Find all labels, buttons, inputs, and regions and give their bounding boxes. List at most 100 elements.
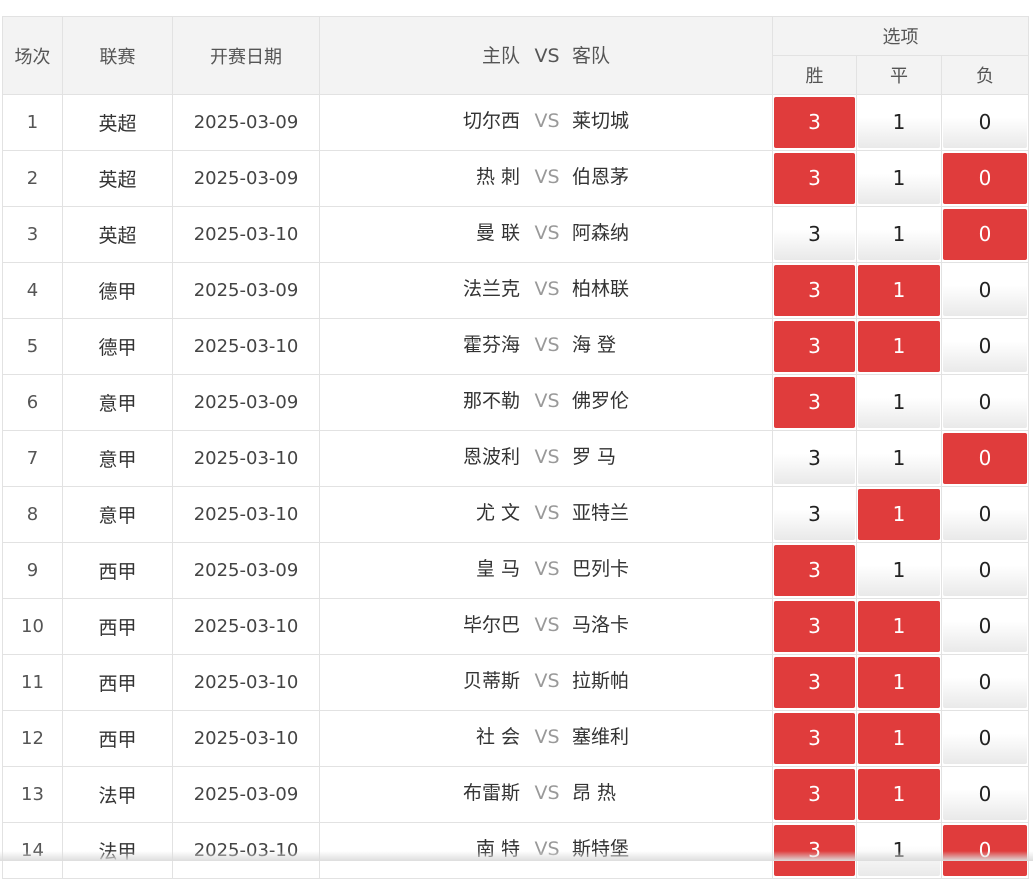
header-teams: 主队 VS 客队: [319, 16, 773, 95]
option-win-button[interactable]: 3: [774, 769, 855, 820]
league: 德甲: [62, 262, 173, 319]
match-teams: 切尔西 VS 莱切城: [319, 94, 773, 151]
option-draw-button[interactable]: 1: [858, 209, 940, 260]
home-team: 社 会: [475, 726, 520, 748]
option-lose-button[interactable]: 0: [943, 97, 1028, 148]
option-lose-cell: 0: [940, 654, 1030, 711]
vs-label: VS: [534, 278, 560, 300]
option-draw-button[interactable]: 1: [858, 713, 940, 764]
option-win-button[interactable]: 3: [774, 209, 855, 260]
header-home: 主队: [481, 45, 520, 67]
option-win-button[interactable]: 3: [774, 489, 855, 540]
option-lose-cell: 0: [940, 206, 1030, 263]
option-lose-button[interactable]: 0: [943, 377, 1028, 428]
option-draw-cell: 1: [856, 206, 942, 263]
away-team: 巴列卡: [572, 558, 630, 580]
home-team: 南 特: [475, 838, 520, 860]
option-win-button[interactable]: 3: [774, 377, 855, 428]
match-date: 2025-03-10: [172, 598, 320, 655]
option-win-button[interactable]: 3: [774, 321, 855, 372]
option-lose-button[interactable]: 0: [943, 433, 1028, 484]
away-team: 海 登: [572, 334, 617, 356]
match-number: 8: [2, 486, 63, 543]
option-win-button[interactable]: 3: [774, 97, 855, 148]
option-draw-button[interactable]: 1: [858, 769, 940, 820]
option-draw-button[interactable]: 1: [858, 265, 940, 316]
vs-label: VS: [534, 614, 560, 636]
table-row: 8 意甲 2025-03-10 尤 文 VS 亚特兰 3 1 0: [2, 486, 1030, 543]
option-draw-button[interactable]: 1: [858, 489, 940, 540]
match-date: 2025-03-10: [172, 206, 320, 263]
option-lose-button[interactable]: 0: [943, 153, 1028, 204]
option-win-button[interactable]: 3: [774, 657, 855, 708]
option-lose-cell: 0: [940, 318, 1030, 375]
header-away: 客队: [572, 45, 611, 67]
option-draw-button[interactable]: 1: [858, 601, 940, 652]
option-win-button[interactable]: 3: [774, 265, 855, 316]
option-draw-cell: 1: [856, 654, 942, 711]
table-row: 4 德甲 2025-03-09 法兰克 VS 柏林联 3 1 0: [2, 262, 1030, 319]
option-win-cell: 3: [772, 486, 857, 543]
option-win-cell: 3: [772, 542, 857, 599]
option-lose-button[interactable]: 0: [943, 657, 1028, 708]
home-team: 贝蒂斯: [462, 670, 520, 692]
option-lose-button[interactable]: 0: [943, 769, 1028, 820]
option-lose-button[interactable]: 0: [943, 265, 1028, 316]
match-teams: 贝蒂斯 VS 拉斯帕: [319, 654, 773, 711]
home-team: 热 刺: [475, 166, 520, 188]
header-win: 胜: [772, 55, 857, 95]
away-team: 塞维利: [572, 726, 630, 748]
option-win-cell: 3: [772, 374, 857, 431]
league: 意甲: [62, 430, 173, 487]
table-row: 6 意甲 2025-03-09 那不勒 VS 佛罗伦 3 1 0: [2, 374, 1030, 431]
match-date: 2025-03-10: [172, 654, 320, 711]
option-win-cell: 3: [772, 318, 857, 375]
option-win-cell: 3: [772, 150, 857, 207]
option-win-button[interactable]: 3: [774, 713, 855, 764]
option-lose-button[interactable]: 0: [943, 601, 1028, 652]
option-win-button[interactable]: 3: [774, 433, 855, 484]
vs-label: VS: [534, 390, 560, 412]
home-team: 曼 联: [475, 222, 520, 244]
option-lose-cell: 0: [940, 94, 1030, 151]
option-lose-button[interactable]: 0: [943, 489, 1028, 540]
match-number: 5: [2, 318, 63, 375]
match-teams: 那不勒 VS 佛罗伦: [319, 374, 773, 431]
option-draw-button[interactable]: 1: [858, 321, 940, 372]
option-win-cell: 3: [772, 654, 857, 711]
option-draw-button[interactable]: 1: [858, 657, 940, 708]
option-lose-button[interactable]: 0: [943, 321, 1028, 372]
option-win-button[interactable]: 3: [774, 545, 855, 596]
away-team: 昂 热: [572, 782, 617, 804]
match-number: 11: [2, 654, 63, 711]
option-draw-button[interactable]: 1: [858, 433, 940, 484]
option-win-button[interactable]: 3: [774, 601, 855, 652]
option-lose-button[interactable]: 0: [943, 713, 1028, 764]
table-row: 5 德甲 2025-03-10 霍芬海 VS 海 登 310: [2, 318, 1030, 375]
home-team: 法兰克: [462, 278, 520, 300]
table-row: 13 法甲 2025-03-09 布雷斯 VS 昂 热 310: [2, 766, 1030, 823]
home-team: 霍芬海: [462, 334, 520, 356]
option-draw-cell: 1: [856, 430, 942, 487]
table-row: 11 西甲 2025-03-10 贝蒂斯 VS 拉斯帕 3 1 0: [2, 654, 1030, 711]
match-date: 2025-03-09: [172, 542, 320, 599]
header-vs: VS: [534, 45, 560, 67]
vs-label: VS: [534, 670, 560, 692]
option-lose-button[interactable]: 0: [943, 209, 1028, 260]
option-draw-button[interactable]: 1: [858, 545, 940, 596]
league: 西甲: [62, 654, 173, 711]
option-draw-button[interactable]: 1: [858, 97, 940, 148]
away-team: 罗 马: [572, 446, 617, 468]
option-draw-button[interactable]: 1: [858, 153, 940, 204]
option-lose-button[interactable]: 0: [943, 545, 1028, 596]
away-team: 柏林联: [572, 278, 630, 300]
option-lose-cell: 0: [940, 430, 1030, 487]
option-win-button[interactable]: 3: [774, 153, 855, 204]
vs-label: VS: [534, 446, 560, 468]
option-draw-button[interactable]: 1: [858, 377, 940, 428]
match-teams: 曼 联 VS 阿森纳: [319, 206, 773, 263]
match-date: 2025-03-10: [172, 318, 320, 375]
match-teams: 霍芬海 VS 海 登: [319, 318, 773, 375]
vs-label: VS: [534, 502, 560, 524]
match-teams: 毕尔巴 VS 马洛卡: [319, 598, 773, 655]
